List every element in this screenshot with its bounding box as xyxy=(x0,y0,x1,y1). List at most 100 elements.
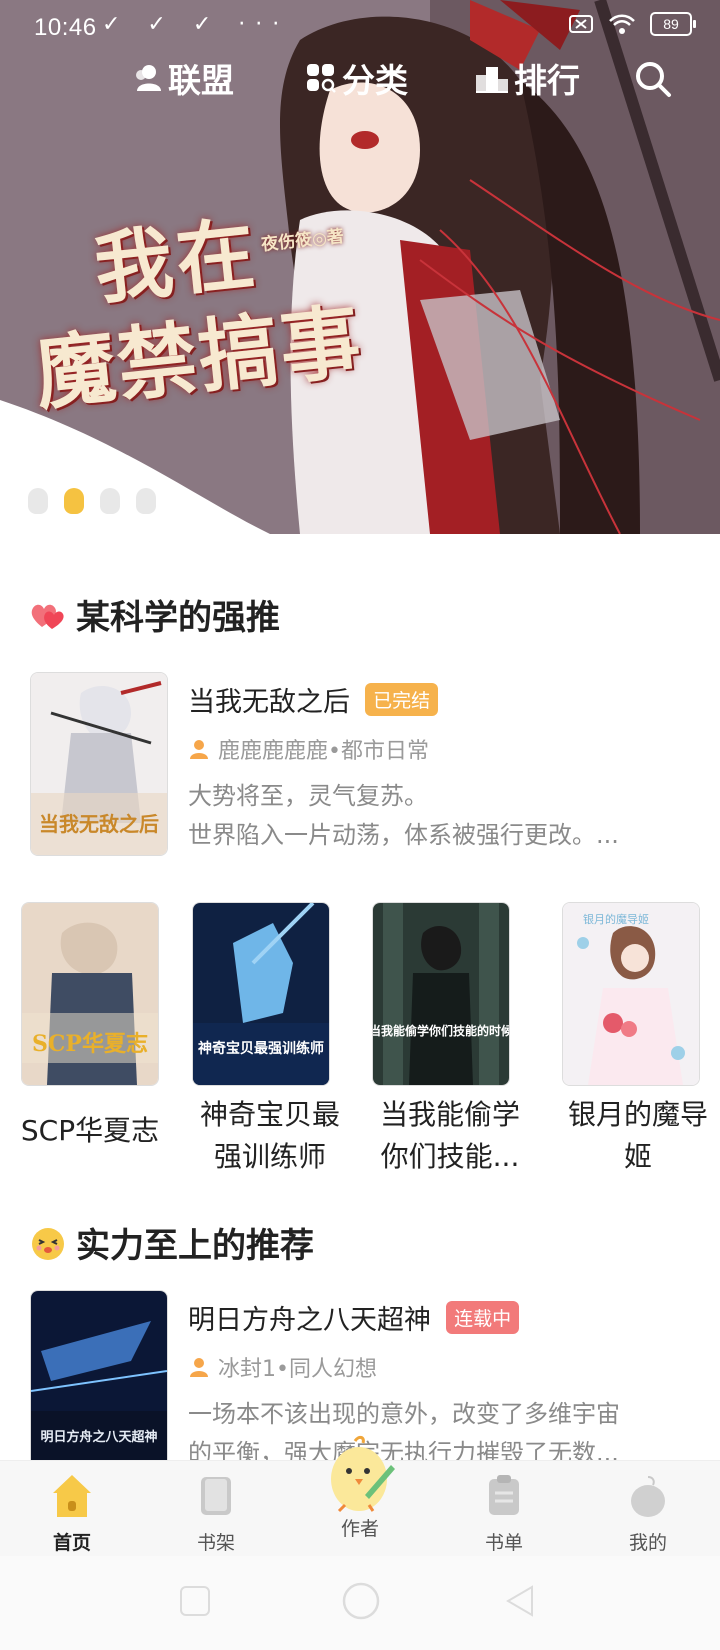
status-bar: 10:46 ✓ ✓ ✓ ··· 89 xyxy=(0,0,720,54)
book-cover[interactable]: 明日方舟之八天超神 xyxy=(30,1290,168,1474)
grid-book-cover[interactable]: 神奇宝贝最强训练师 xyxy=(192,902,330,1086)
sim-card-icon xyxy=(569,15,593,33)
grid-book-title-line: 银月的魔导 xyxy=(567,1098,708,1131)
grid-book-title-line: 你们技能... xyxy=(380,1140,520,1173)
search-icon xyxy=(636,62,671,97)
cover-title-text: 当我无敌之后 xyxy=(39,812,159,836)
hearts-icon xyxy=(31,604,64,629)
tab-home-label: 首页 xyxy=(52,1532,91,1554)
cover-title-text: 明日方舟之八天超神 xyxy=(40,1429,157,1445)
banner-book-title: 我在 夜伤筱◎著 魔禁搞事 xyxy=(19,178,401,444)
grid-book-title-line: 姬 xyxy=(623,1140,652,1173)
status-right: 89 xyxy=(568,12,696,36)
cover-title-text: SCP华夏志 xyxy=(32,1031,148,1057)
profile-icon xyxy=(631,1476,665,1517)
book-author-genre: 冰封1•同人幻想 xyxy=(218,1357,377,1382)
nav-category[interactable]: 分类 xyxy=(306,54,408,102)
book-meta: 鹿鹿鹿鹿鹿•都市日常 xyxy=(188,733,688,765)
section-title: 实力至上的推荐 xyxy=(76,1226,314,1266)
grid-book-title[interactable]: 当我能偷学 你们技能... xyxy=(360,1094,540,1178)
grid-book-title-line: 神奇宝贝最 xyxy=(199,1098,340,1131)
grid-book-title-line: 当我能偷学 xyxy=(379,1098,520,1131)
description-line: 一场本不该出现的意外，改变了多维宇宙 xyxy=(188,1400,620,1428)
recent-apps-icon[interactable] xyxy=(178,1584,212,1618)
podium-icon xyxy=(476,67,508,93)
chick-author-icon xyxy=(331,1435,395,1513)
tab-booklist-label: 书单 xyxy=(484,1532,523,1554)
grid-book-cover[interactable]: 当我能偷学你们技能的时候 xyxy=(372,902,510,1086)
book-title[interactable]: 明日方舟之八天超神 xyxy=(188,1298,431,1337)
nav-alliance[interactable]: 联盟 xyxy=(134,54,234,102)
cover-title-text: 当我能偷学你们技能的时候 xyxy=(373,1023,509,1038)
cover-art: 银月的魔导姬 xyxy=(563,903,699,1085)
section-header-strong-recommend: 某科学的强推 xyxy=(30,590,280,639)
section-header-strength-recommend: 实力至上的推荐 xyxy=(30,1218,314,1267)
system-navigation-bar xyxy=(0,1556,720,1650)
grid-book-title[interactable]: SCP华夏志 xyxy=(0,1110,180,1152)
book-grid: SCP华夏志 SCP华夏志 神奇宝贝最强训练师 神奇宝贝最 强训练师 当我能偷学… xyxy=(0,902,720,1182)
cover-art: 当我能偷学你们技能的时候 xyxy=(373,903,509,1085)
wifi-icon xyxy=(609,14,635,34)
booklist-icon xyxy=(489,1475,519,1515)
tab-author-label: 作者 xyxy=(340,1518,379,1540)
book-meta: 冰封1•同人幻想 xyxy=(188,1351,688,1383)
grid-book-cover[interactable]: 银月的魔导姬 xyxy=(562,902,700,1086)
tab-booklist[interactable]: 书单 xyxy=(454,1473,554,1555)
book-description: 大势将至，灵气复苏。 世界陷入一片动荡，体系被强行更改。... xyxy=(188,777,688,855)
description-line: 大势将至，灵气复苏。 xyxy=(188,782,428,810)
book-cover[interactable]: 当我无敌之后 xyxy=(30,672,168,856)
description-line: 世界陷入一片动荡，体系被强行更改。... xyxy=(188,821,619,849)
grid-book-cover[interactable]: SCP华夏志 xyxy=(21,902,159,1086)
tab-bookshelf-label: 书架 xyxy=(196,1532,235,1554)
banner-title-line2: 魔禁搞事 xyxy=(30,293,367,422)
smiley-chick-icon xyxy=(32,1227,64,1260)
bottom-tab-bar: 首页 书架 作者 书单 我的 xyxy=(0,1435,720,1557)
grid-book-title-line: 强训练师 xyxy=(213,1140,326,1173)
tab-bookshelf[interactable]: 书架 xyxy=(166,1473,266,1555)
home-system-icon[interactable] xyxy=(340,1580,382,1622)
bookshelf-icon xyxy=(201,1477,231,1515)
cover-art: 明日方舟之八天超神 xyxy=(31,1291,167,1473)
back-icon[interactable] xyxy=(504,1584,538,1618)
status-badge: 连载中 xyxy=(446,1301,520,1334)
section-title: 某科学的强推 xyxy=(76,598,280,638)
search-button[interactable] xyxy=(634,60,672,98)
tab-author[interactable]: 作者 xyxy=(310,1435,410,1541)
grid-book-title[interactable]: 神奇宝贝最 强训练师 xyxy=(180,1094,360,1178)
tab-mine-label: 我的 xyxy=(628,1532,667,1554)
pagination-dot[interactable] xyxy=(136,488,156,514)
nav-ranking-label: 排行 xyxy=(514,61,580,100)
nav-category-label: 分类 xyxy=(342,61,408,100)
status-badge: 已完结 xyxy=(365,683,439,716)
pagination-dot[interactable] xyxy=(100,488,120,514)
status-time: 10:46 xyxy=(34,14,97,41)
pagination-dot-active[interactable] xyxy=(64,488,84,514)
book-info: 明日方舟之八天超神 连载中 冰封1•同人幻想 一场本不该出现的意外，改变了多维宇… xyxy=(188,1298,688,1473)
cover-art: 神奇宝贝最强训练师 xyxy=(193,903,329,1085)
book-author-genre: 鹿鹿鹿鹿鹿•都市日常 xyxy=(218,739,429,764)
cover-art: SCP华夏志 xyxy=(22,903,158,1085)
author-icon xyxy=(190,1358,208,1377)
grid-book-title[interactable]: 银月的魔导 姬 xyxy=(548,1094,720,1178)
author-icon xyxy=(190,740,208,759)
cover-title-text: 神奇宝贝最强训练师 xyxy=(198,1040,324,1057)
cover-title-text: 银月的魔导姬 xyxy=(583,912,649,926)
battery-indicator: 89 xyxy=(650,12,696,36)
nav-ranking[interactable]: 排行 xyxy=(476,54,580,102)
tab-home[interactable]: 首页 xyxy=(22,1473,122,1555)
featured-book-card[interactable]: 当我无敌之后 当我无敌之后 已完结 鹿鹿鹿鹿鹿•都市日常 大势将至，灵气复苏。 … xyxy=(30,672,690,858)
hero-banner[interactable]: 我在 夜伤筱◎著 魔禁搞事 10:46 ✓ ✓ ✓ ··· 89 联盟 分类 排… xyxy=(0,0,720,534)
notification-icons: ✓ ✓ ✓ ··· xyxy=(102,12,290,37)
book-title[interactable]: 当我无敌之后 xyxy=(188,680,350,719)
banner-pagination[interactable] xyxy=(28,488,156,514)
tab-mine[interactable]: 我的 xyxy=(598,1473,698,1555)
cover-art: 当我无敌之后 xyxy=(31,673,167,855)
alliance-icon xyxy=(136,65,161,91)
book-info: 当我无敌之后 已完结 鹿鹿鹿鹿鹿•都市日常 大势将至，灵气复苏。 世界陷入一片动… xyxy=(188,680,688,855)
pagination-dot[interactable] xyxy=(28,488,48,514)
home-icon xyxy=(53,1475,91,1517)
top-nav: 联盟 分类 排行 xyxy=(0,54,720,106)
nav-alliance-label: 联盟 xyxy=(168,61,234,100)
category-icon xyxy=(307,64,336,93)
banner-author: 夜伤筱◎著 xyxy=(260,226,345,256)
